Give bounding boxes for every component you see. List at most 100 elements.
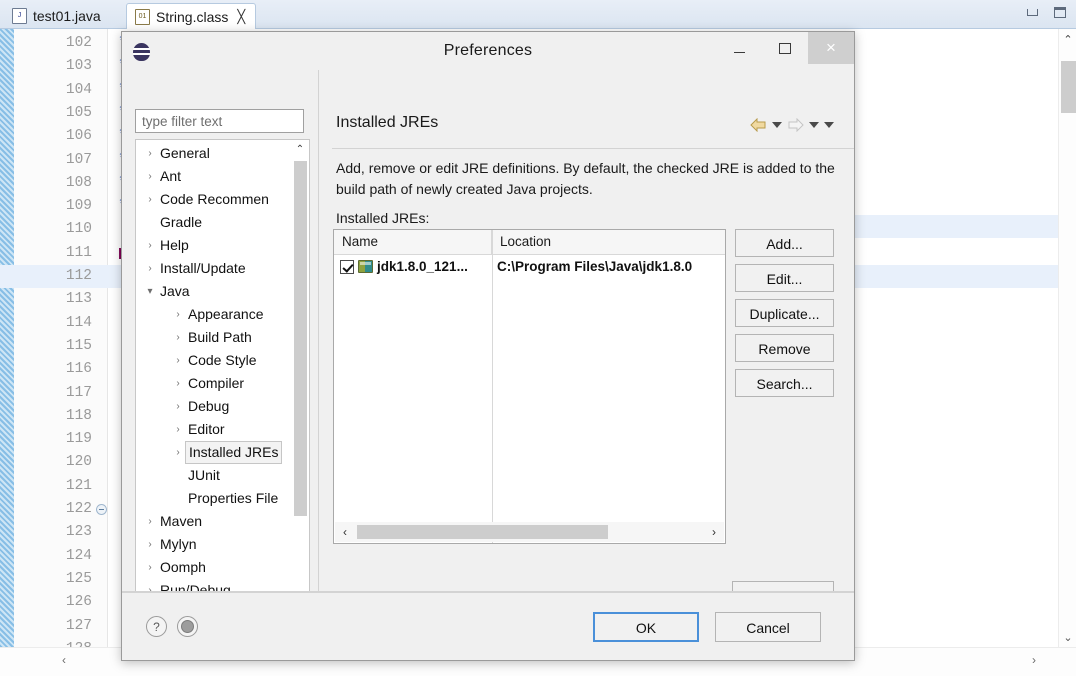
- tree-item-label: Code Recommen: [160, 191, 269, 207]
- editor-tab-string-class[interactable]: 01 String.class ╳: [126, 3, 257, 29]
- table-row[interactable]: jdk1.8.0_121... C:\Program Files\Java\jd…: [334, 255, 725, 278]
- tree-item-label: Install/Update: [160, 260, 246, 276]
- close-icon[interactable]: ╳: [237, 9, 245, 25]
- scroll-right-icon[interactable]: ›: [1032, 653, 1036, 667]
- tree-item-help[interactable]: › Help: [136, 234, 292, 257]
- dialog-close-button[interactable]: ×: [808, 32, 854, 64]
- back-arrow-icon[interactable]: [750, 118, 767, 132]
- line-number: 120: [65, 454, 92, 471]
- chevron-right-icon[interactable]: ›: [172, 303, 184, 326]
- tree-item-install-update[interactable]: › Install/Update: [136, 257, 292, 280]
- line-number: 107: [65, 151, 92, 168]
- minimize-icon: [733, 51, 745, 53]
- search-button[interactable]: Search...: [735, 369, 834, 397]
- chevron-right-icon[interactable]: ›: [172, 349, 184, 372]
- column-header-name[interactable]: Name: [334, 230, 492, 254]
- jre-checkbox[interactable]: [340, 259, 354, 274]
- tree-item-oomph[interactable]: › Oomph: [136, 556, 292, 579]
- scroll-up-icon[interactable]: ⌃: [1059, 29, 1076, 49]
- line-number: 116: [65, 361, 92, 378]
- installed-jres-label: Installed JREs:: [336, 210, 430, 226]
- tree-item-code-recommen[interactable]: › Code Recommen: [136, 188, 292, 211]
- tree-item-editor[interactable]: › Editor: [136, 418, 292, 441]
- add-button[interactable]: Add...: [735, 229, 834, 257]
- tree-item-mylyn[interactable]: › Mylyn: [136, 533, 292, 556]
- page-title: Installed JREs: [336, 114, 439, 131]
- table-horizontal-scrollbar[interactable]: ‹ ›: [335, 522, 724, 542]
- chevron-down-icon[interactable]: ▾: [144, 280, 156, 303]
- help-question-icon[interactable]: ?: [146, 616, 167, 637]
- tree-item-gradle[interactable]: Gradle: [136, 211, 292, 234]
- chevron-down-icon[interactable]: [772, 122, 782, 128]
- maximize-button[interactable]: [1050, 2, 1070, 22]
- fold-collapse-icon[interactable]: [96, 504, 107, 515]
- chevron-right-icon[interactable]: ›: [172, 441, 184, 464]
- edit-button[interactable]: Edit...: [735, 264, 834, 292]
- installed-jres-table[interactable]: Name Location jdk1.8.0_121... C:\Program…: [333, 229, 726, 544]
- tree-item-debug[interactable]: › Debug: [136, 395, 292, 418]
- chevron-right-icon[interactable]: ›: [172, 326, 184, 349]
- chevron-right-icon[interactable]: ›: [144, 234, 156, 257]
- scroll-up-icon[interactable]: ⌃: [292, 141, 308, 158]
- tree-item-label: Help: [160, 237, 189, 253]
- tree-item-label: Compiler: [188, 375, 245, 391]
- tree-item-code-style[interactable]: › Code Style: [136, 349, 292, 372]
- tree-item-properties-file[interactable]: Properties File: [136, 487, 292, 510]
- tree-vertical-scrollbar[interactable]: ⌃ ⌄: [292, 141, 308, 602]
- line-number: 112: [65, 268, 92, 284]
- editor-tab-test01-java[interactable]: J test01.java: [4, 3, 111, 29]
- filter-input[interactable]: type filter text: [135, 109, 304, 133]
- remove-button[interactable]: Remove: [735, 334, 834, 362]
- chevron-down-icon[interactable]: [809, 122, 819, 128]
- chevron-right-icon[interactable]: ›: [144, 165, 156, 188]
- header-divider: [332, 148, 854, 149]
- dialog-minimize-button[interactable]: [716, 32, 762, 64]
- tree-item-compiler[interactable]: › Compiler: [136, 372, 292, 395]
- tree-item-label: Appearance: [188, 306, 264, 322]
- tree-item-label: Java: [160, 283, 190, 299]
- restore-defaults-icon[interactable]: [177, 616, 198, 637]
- chevron-right-icon[interactable]: ›: [144, 142, 156, 165]
- tree-item-label: Mylyn: [160, 536, 197, 552]
- highlighted-line-band: [838, 215, 1058, 238]
- ok-button[interactable]: OK: [593, 612, 699, 642]
- dialog-title-bar[interactable]: Preferences ×: [122, 32, 854, 70]
- chevron-right-icon[interactable]: ›: [144, 533, 156, 556]
- vertical-scroll-thumb[interactable]: [1061, 61, 1076, 113]
- tree-item-label: Ant: [160, 168, 182, 184]
- chevron-right-icon[interactable]: ›: [144, 257, 156, 280]
- tree-item-installed-jres[interactable]: › Installed JREs: [136, 441, 292, 464]
- editor-vertical-scrollbar[interactable]: ⌃ ⌄: [1058, 29, 1076, 647]
- line-number: 125: [65, 570, 92, 587]
- scroll-right-icon[interactable]: ›: [705, 522, 723, 542]
- tree-item-maven[interactable]: › Maven: [136, 510, 292, 533]
- tree-scroll-thumb[interactable]: [294, 161, 307, 516]
- scroll-down-icon[interactable]: ⌄: [1059, 627, 1076, 647]
- jre-name-text: jdk1.8.0_121...: [377, 259, 468, 274]
- tree-item-junit[interactable]: JUnit: [136, 464, 292, 487]
- eclipse-logo-icon: [133, 43, 150, 61]
- cancel-button[interactable]: Cancel: [715, 612, 821, 642]
- minimize-button[interactable]: [1022, 2, 1042, 22]
- preferences-tree[interactable]: › General › Ant › Code Recommen Gradle › Help › In…: [135, 139, 310, 620]
- chevron-right-icon[interactable]: ›: [144, 556, 156, 579]
- dialog-maximize-button[interactable]: [762, 32, 808, 64]
- chevron-right-icon[interactable]: ›: [144, 510, 156, 533]
- tree-item-java[interactable]: ▾ Java: [136, 280, 292, 303]
- table-hscroll-thumb[interactable]: [357, 525, 608, 539]
- scroll-left-icon[interactable]: ‹: [62, 653, 66, 667]
- tree-item-build-path[interactable]: › Build Path: [136, 326, 292, 349]
- duplicate-button[interactable]: Duplicate...: [735, 299, 834, 327]
- chevron-right-icon[interactable]: ›: [144, 188, 156, 211]
- tree-item-general[interactable]: › General: [136, 142, 292, 165]
- line-number: 124: [65, 547, 92, 564]
- chevron-right-icon[interactable]: ›: [172, 418, 184, 441]
- tree-item-ant[interactable]: › Ant: [136, 165, 292, 188]
- column-header-location[interactable]: Location: [492, 230, 725, 254]
- chevron-right-icon[interactable]: ›: [172, 395, 184, 418]
- scroll-left-icon[interactable]: ‹: [336, 522, 354, 542]
- chevron-right-icon[interactable]: ›: [172, 372, 184, 395]
- tree-item-appearance[interactable]: › Appearance: [136, 303, 292, 326]
- chevron-down-icon[interactable]: [824, 122, 834, 128]
- panel-divider: [318, 70, 319, 622]
